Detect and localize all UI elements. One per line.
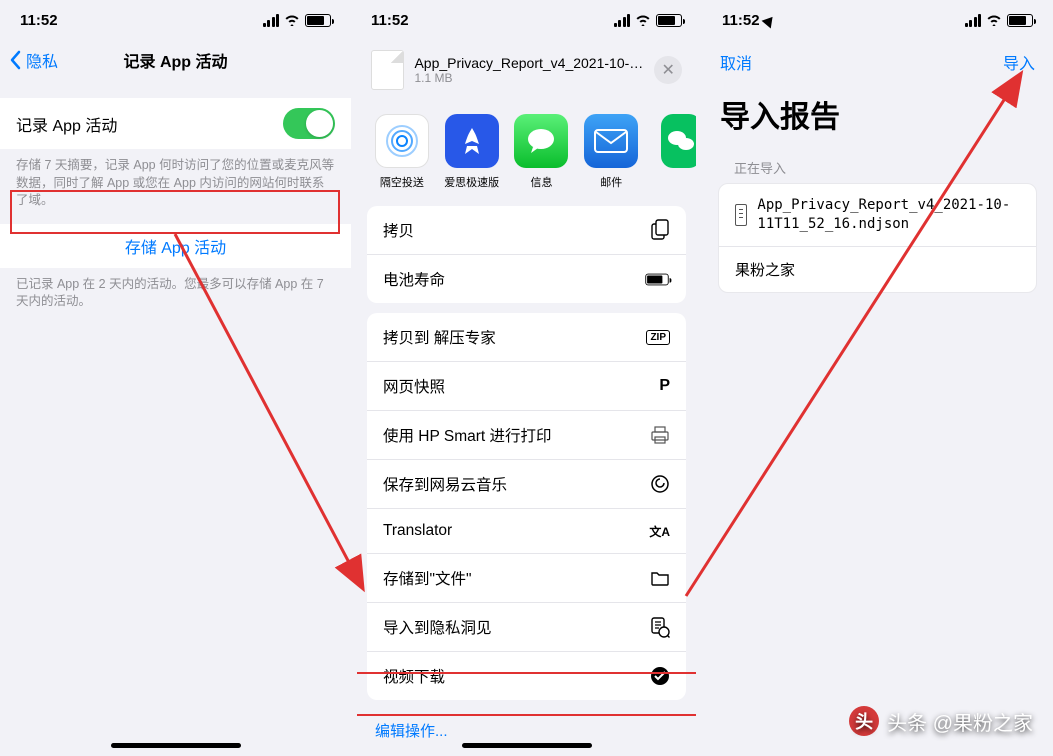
import-privacy-action[interactable]: 导入到隐私洞见 xyxy=(367,603,686,652)
netease-action[interactable]: 保存到网易云音乐 xyxy=(367,460,686,509)
status-time: 11:52 xyxy=(722,12,778,29)
close-button[interactable]: ✕ xyxy=(654,56,682,84)
messages-button[interactable]: 信息 xyxy=(509,114,573,190)
wifi-icon xyxy=(986,14,1002,26)
section-label: 正在导入 xyxy=(702,152,1053,183)
printer-icon xyxy=(650,425,670,445)
nav-bar: 隐私 记录 App 活动 xyxy=(0,40,351,80)
wifi-icon xyxy=(284,14,300,26)
screen-import: 11:52 取消 导入 导入报告 正在导入 App_Privacy_Report… xyxy=(702,0,1053,756)
import-file-row[interactable]: App_Privacy_Report_v4_2021-10-11T11_52_1… xyxy=(719,184,1036,247)
aisi-icon xyxy=(455,124,489,158)
signal-icon xyxy=(263,14,280,27)
status-time: 11:52 xyxy=(371,12,409,29)
cancel-button[interactable]: 取消 xyxy=(720,50,752,74)
p-icon: P xyxy=(659,377,670,395)
status-right xyxy=(965,14,1034,27)
status-bar: 11:52 xyxy=(702,0,1053,40)
battery-icon xyxy=(305,14,331,27)
toggle-row[interactable]: 记录 App 活动 xyxy=(0,98,351,149)
file-size: 1.1 MB xyxy=(414,71,644,85)
zip-action[interactable]: 拷贝到 解压专家 ZIP xyxy=(367,313,686,362)
toggle-label: 记录 App 活动 xyxy=(16,112,117,136)
battery-icon xyxy=(656,14,682,27)
battery-row-icon xyxy=(645,273,668,285)
webpage-snapshot-action[interactable]: 网页快照 P xyxy=(367,362,686,411)
wifi-icon xyxy=(635,14,651,26)
page-title: 导入报告 xyxy=(702,84,1053,152)
share-sheet: App_Privacy_Report_v4_2021-10-11T11_... … xyxy=(357,40,696,756)
privacy-icon xyxy=(650,616,670,638)
action-group-1: 拷贝 电池寿命 xyxy=(367,206,686,303)
mail-icon xyxy=(592,127,630,155)
copy-action[interactable]: 拷贝 xyxy=(367,206,686,255)
copy-icon xyxy=(650,219,670,241)
battery-icon xyxy=(1007,14,1033,27)
airdrop-button[interactable]: 隔空投送 xyxy=(370,114,434,190)
page-title: 记录 App 活动 xyxy=(0,48,351,72)
status-bar: 11:52 xyxy=(0,0,351,40)
hp-print-action[interactable]: 使用 HP Smart 进行打印 xyxy=(367,411,686,460)
home-indicator xyxy=(111,743,241,748)
airdrop-icon xyxy=(382,121,422,161)
screen-settings: 11:52 隐私 记录 App 活动 记录 App 活动 存储 7 天摘要，记录… xyxy=(0,0,351,756)
switch-on[interactable] xyxy=(283,108,335,139)
desc-text-2: 已记录 App 在 2 天内的活动。您最多可以存储 App 在 7 天内的活动。 xyxy=(0,268,351,319)
zip-icon: ZIP xyxy=(646,330,670,345)
watermark: 头 头条 @果粉之家 xyxy=(849,706,1033,736)
file-name: App_Privacy_Report_v4_2021-10-11T11_... xyxy=(414,55,644,71)
share-apps-row: 隔空投送 爱思极速版 信息 邮件 xyxy=(357,100,696,206)
location-icon xyxy=(764,12,778,29)
translate-icon: 文A xyxy=(649,523,670,540)
import-nav: 取消 导入 xyxy=(702,40,1053,84)
import-list: App_Privacy_Report_v4_2021-10-11T11_52_1… xyxy=(718,183,1037,293)
signal-icon xyxy=(614,14,631,27)
messages-icon xyxy=(523,123,559,159)
highlight-box xyxy=(10,190,340,234)
file-icon xyxy=(371,50,404,90)
home-indicator xyxy=(462,743,592,748)
status-right xyxy=(263,14,332,27)
sheet-header: App_Privacy_Report_v4_2021-10-11T11_... … xyxy=(357,40,696,100)
document-icon xyxy=(735,204,747,226)
highlight-box-2 xyxy=(367,672,686,700)
folder-icon xyxy=(650,570,670,586)
wechat-button[interactable] xyxy=(649,114,696,190)
import-button[interactable]: 导入 xyxy=(1003,50,1035,74)
status-bar: 11:52 xyxy=(351,0,702,40)
status-time: 11:52 xyxy=(20,12,58,29)
save-to-files-action[interactable]: 存储到"文件" xyxy=(367,554,686,603)
watermark-logo: 头 xyxy=(849,706,879,736)
signal-icon xyxy=(965,14,982,27)
status-right xyxy=(614,14,683,27)
import-source-row[interactable]: 果粉之家 xyxy=(719,247,1036,292)
battery-life-action[interactable]: 电池寿命 xyxy=(367,255,686,303)
wechat-icon xyxy=(666,128,696,154)
translator-action[interactable]: Translator 文A xyxy=(367,509,686,554)
mail-button[interactable]: 邮件 xyxy=(579,114,643,190)
aisi-button[interactable]: 爱思极速版 xyxy=(440,114,504,190)
netease-icon xyxy=(650,474,670,494)
file-name-text: App_Privacy_Report_v4_2021-10-11T11_52_1… xyxy=(757,196,1020,234)
screen-share-sheet: 11:52 App_Privacy_Report_v4_2021-10-11T1… xyxy=(351,0,702,756)
action-group-2: 拷贝到 解压专家 ZIP 网页快照 P 使用 HP Smart 进行打印 保存到… xyxy=(367,313,686,700)
